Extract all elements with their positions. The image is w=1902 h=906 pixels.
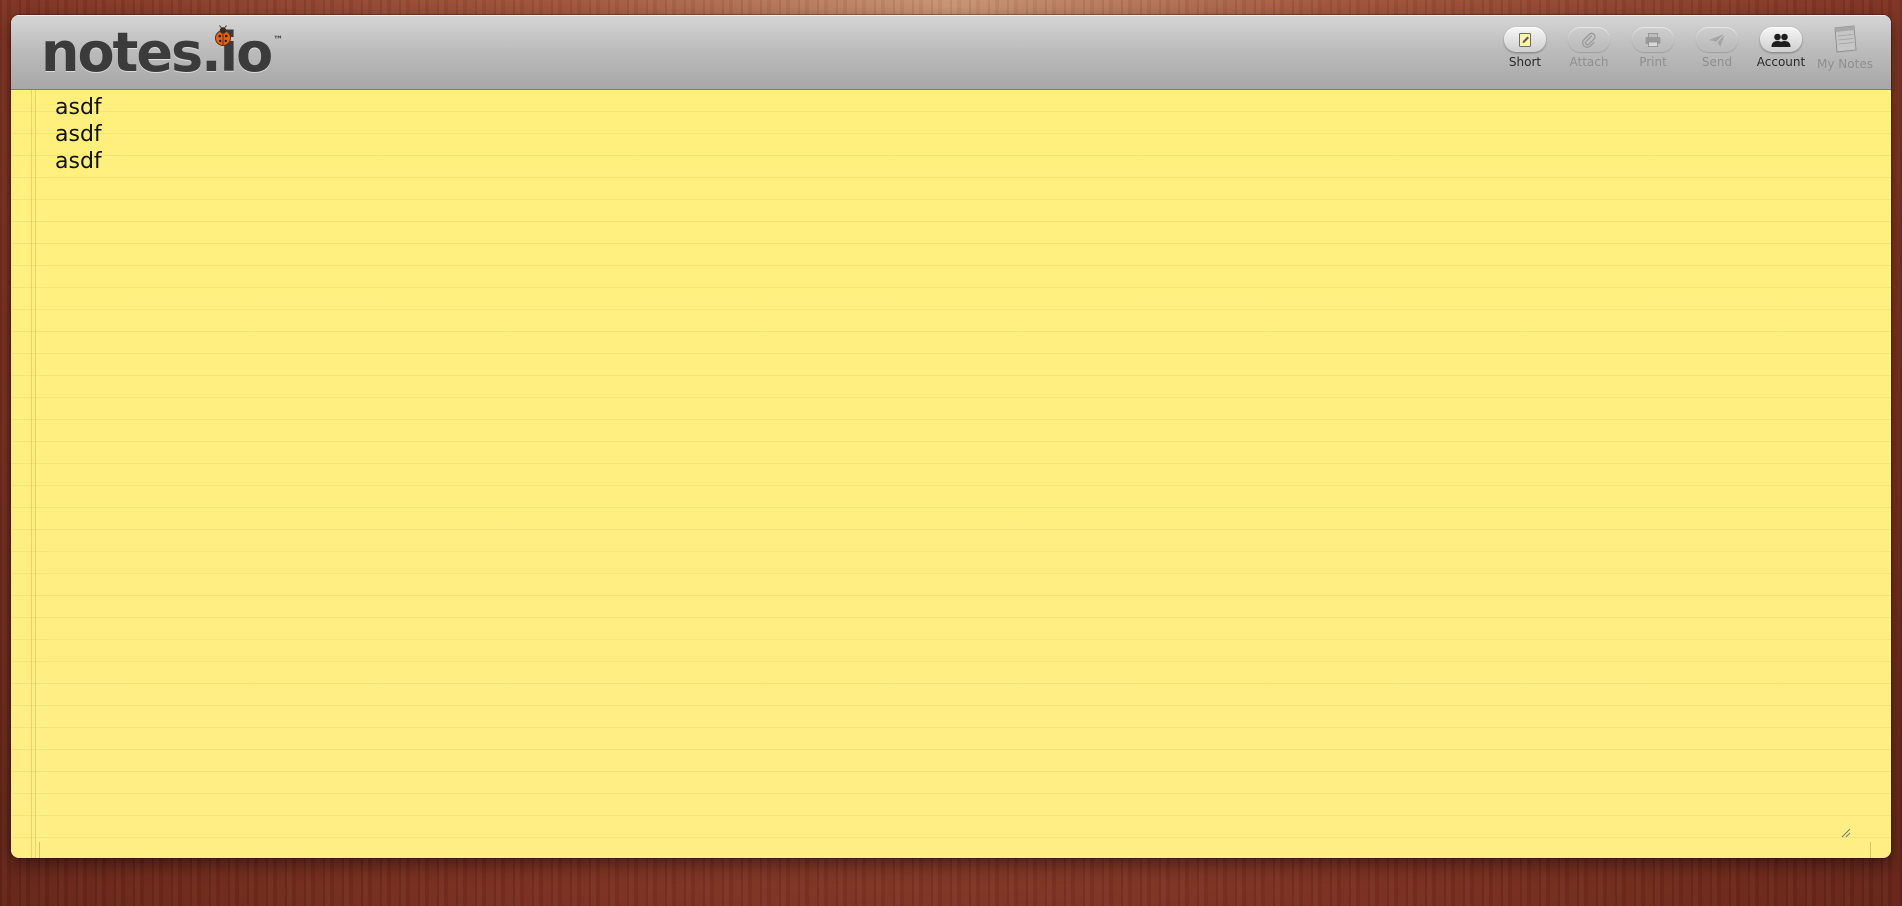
logo[interactable]: notes.io ™ (41, 23, 283, 83)
print-label: Print (1639, 55, 1667, 69)
send-label: Send (1701, 55, 1733, 69)
note-content[interactable]: asdf asdf asdf (55, 94, 102, 175)
attach-pill[interactable] (1568, 27, 1610, 52)
print-pill[interactable] (1632, 27, 1674, 52)
trademark-mark: ™ (273, 35, 284, 46)
page-edge (39, 842, 40, 858)
attach-button[interactable]: Attach (1557, 27, 1621, 69)
account-button[interactable]: Account (1749, 27, 1813, 69)
app-window: notes.io ™ Short Attach Print Send Accou… (11, 15, 1891, 858)
ladybug-icon (215, 25, 231, 46)
users-icon (1771, 33, 1791, 47)
toolbar: notes.io ™ Short Attach Print Send Accou… (11, 15, 1891, 91)
paper-plane-icon (1709, 32, 1726, 46)
short-note-icon (1519, 32, 1531, 47)
margin-line (35, 90, 36, 858)
my-notes-button[interactable]: My Notes (1813, 24, 1877, 71)
account-label: Account (1756, 55, 1806, 69)
note-editor[interactable]: asdf asdf asdf (11, 90, 1891, 858)
short-button[interactable]: Short (1493, 27, 1557, 69)
printer-icon (1645, 32, 1661, 47)
logo-text: notes.io (41, 21, 273, 84)
short-pill[interactable] (1504, 27, 1546, 52)
paperclip-icon (1582, 32, 1596, 48)
short-label: Short (1508, 55, 1542, 69)
toolbar-buttons: Short Attach Print Send Account My Notes (1493, 24, 1877, 71)
print-button[interactable]: Print (1621, 27, 1685, 69)
notepad-icon (1834, 25, 1857, 53)
resize-grip-icon[interactable] (1841, 828, 1851, 838)
send-pill[interactable] (1696, 27, 1738, 52)
send-button[interactable]: Send (1685, 27, 1749, 69)
my-notes-pill[interactable] (1830, 24, 1860, 54)
my-notes-label: My Notes (1817, 57, 1873, 71)
margin-line (31, 90, 32, 858)
account-pill[interactable] (1760, 27, 1802, 52)
page-edge (1870, 842, 1871, 858)
attach-label: Attach (1569, 55, 1609, 69)
